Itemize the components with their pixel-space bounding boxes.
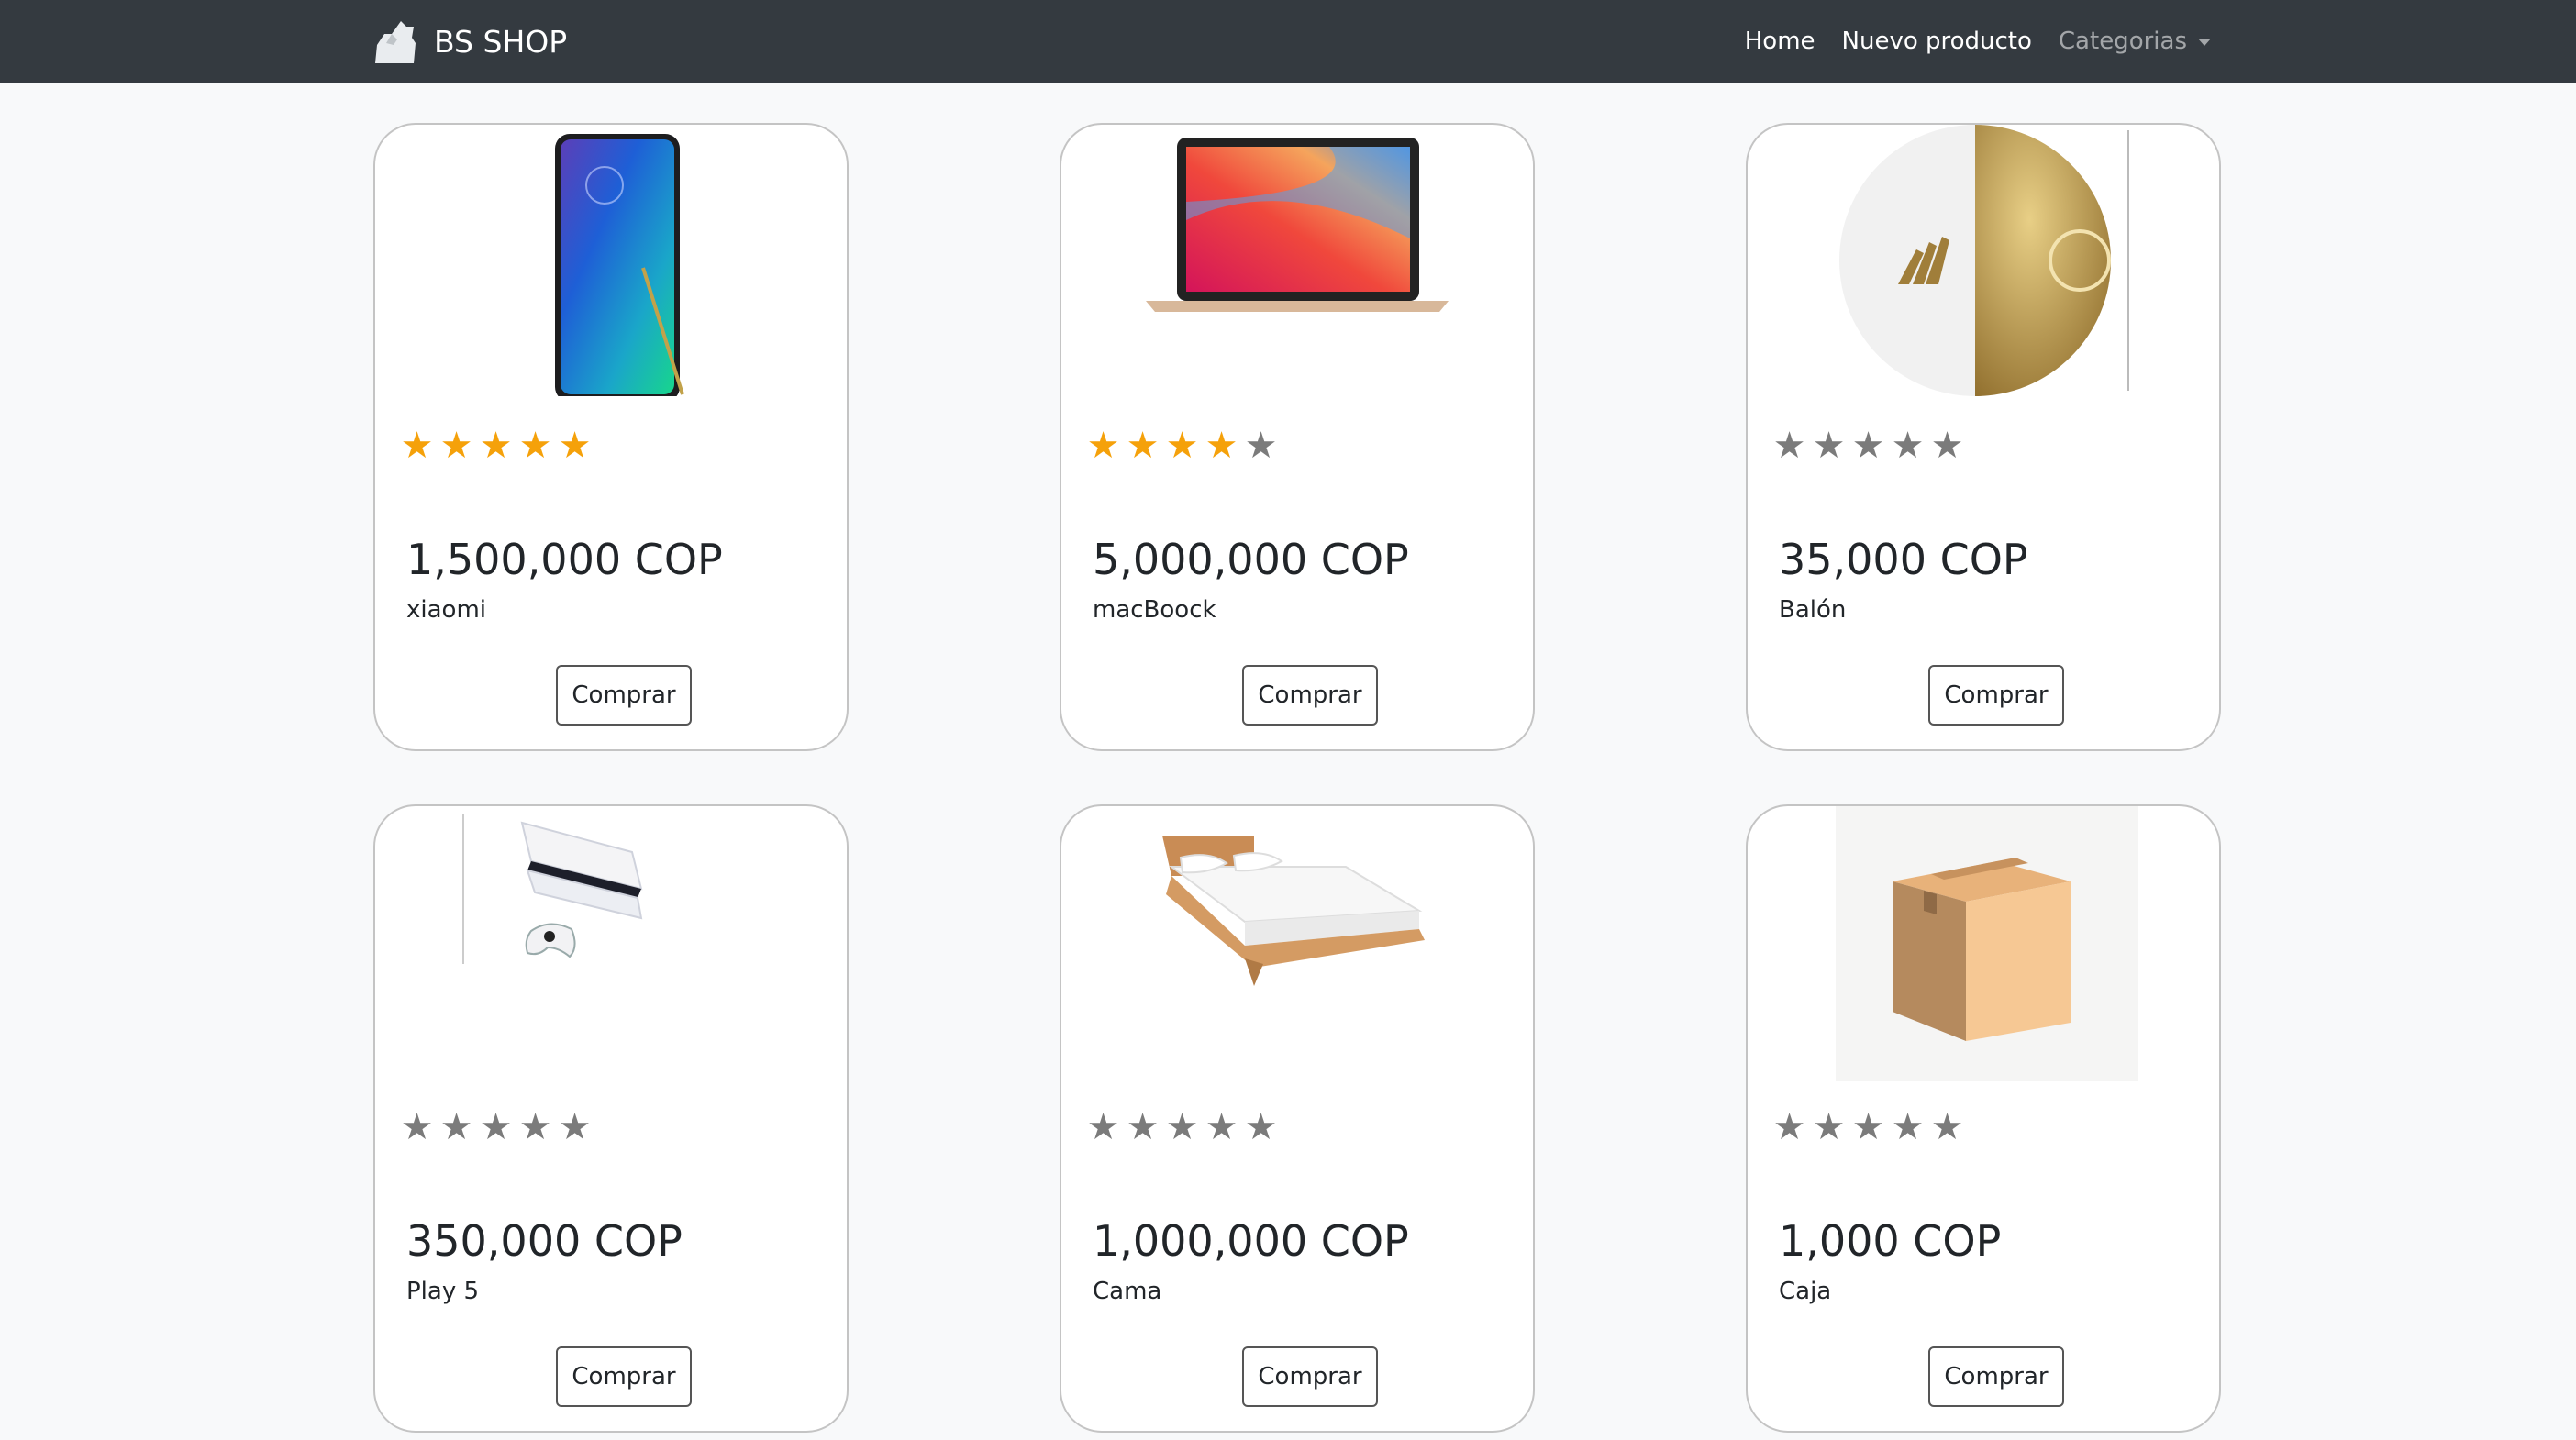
nav-categories-label: Categorias bbox=[2058, 28, 2187, 55]
rating-stars: ★ ★ ★ ★ ★ bbox=[400, 427, 592, 464]
cardboard-box-image bbox=[1836, 806, 2138, 1081]
star-empty-icon: ★ bbox=[1126, 1106, 1160, 1148]
star-empty-icon: ★ bbox=[1891, 1106, 1925, 1148]
product-image bbox=[1061, 806, 1533, 1081]
soccer-ball-image bbox=[1839, 125, 2129, 396]
star-empty-icon: ★ bbox=[1812, 425, 1846, 467]
star-filled-icon: ★ bbox=[1126, 425, 1160, 467]
product-image bbox=[375, 806, 847, 1081]
product-card: ★ ★ ★ ★ ★ 1,000,000 COP Cama Comprar bbox=[1060, 804, 1535, 1433]
buy-button[interactable]: Comprar bbox=[1928, 665, 2064, 726]
laptop-image bbox=[1146, 138, 1449, 312]
product-card: ★ ★ ★ ★ ★ 1,500,000 COP xiaomi Comprar bbox=[373, 123, 849, 751]
game-console-image bbox=[462, 814, 643, 964]
product-image bbox=[1748, 806, 2219, 1081]
buy-button[interactable]: Comprar bbox=[556, 1346, 692, 1407]
star-empty-icon: ★ bbox=[1165, 1106, 1199, 1148]
brand-name: BS SHOP bbox=[434, 23, 568, 60]
star-empty-icon: ★ bbox=[1930, 425, 1964, 467]
product-image bbox=[1748, 125, 2219, 400]
product-card: ★ ★ ★ ★ ★ 1,000 COP Caja Comprar bbox=[1746, 804, 2221, 1433]
shop-logo-icon bbox=[375, 21, 416, 63]
product-name: Caja bbox=[1779, 1278, 1832, 1305]
nav-links: Home Nuevo producto Categorias bbox=[1745, 0, 2211, 83]
star-empty-icon: ★ bbox=[1205, 1106, 1238, 1148]
buy-button[interactable]: Comprar bbox=[556, 665, 692, 726]
star-empty-icon: ★ bbox=[1812, 1106, 1846, 1148]
product-image bbox=[1061, 125, 1533, 400]
product-name: Cama bbox=[1093, 1278, 1162, 1305]
nav-home-link[interactable]: Home bbox=[1745, 28, 1815, 55]
product-name: macBoock bbox=[1093, 596, 1216, 624]
star-empty-icon: ★ bbox=[479, 1106, 513, 1148]
star-empty-icon: ★ bbox=[1851, 1106, 1885, 1148]
product-image bbox=[375, 125, 847, 400]
rating-stars: ★ ★ ★ ★ ★ bbox=[1086, 1109, 1278, 1146]
nav-new-product-link[interactable]: Nuevo producto bbox=[1842, 28, 2032, 55]
brand-link[interactable]: BS SHOP bbox=[372, 0, 567, 83]
product-price: 350,000 COP bbox=[406, 1216, 683, 1266]
star-empty-icon: ★ bbox=[1851, 425, 1885, 467]
top-navbar: BS SHOP Home Nuevo producto Categorias bbox=[0, 0, 2576, 83]
star-filled-icon: ★ bbox=[479, 425, 513, 467]
product-name: Balón bbox=[1779, 596, 1847, 624]
chevron-down-icon bbox=[2198, 39, 2211, 46]
buy-button[interactable]: Comprar bbox=[1242, 665, 1378, 726]
product-name: xiaomi bbox=[406, 596, 487, 624]
star-empty-icon: ★ bbox=[1891, 425, 1925, 467]
product-card: ★ ★ ★ ★ ★ 5,000,000 COP macBoock Comprar bbox=[1060, 123, 1535, 751]
rating-stars: ★ ★ ★ ★ ★ bbox=[1086, 427, 1278, 464]
smartphone-image bbox=[555, 134, 684, 396]
product-price: 5,000,000 COP bbox=[1093, 535, 1409, 584]
star-filled-icon: ★ bbox=[439, 425, 473, 467]
product-price: 1,500,000 COP bbox=[406, 535, 723, 584]
star-empty-icon: ★ bbox=[1930, 1106, 1964, 1148]
star-empty-icon: ★ bbox=[558, 1106, 592, 1148]
star-filled-icon: ★ bbox=[518, 425, 552, 467]
rating-stars: ★ ★ ★ ★ ★ bbox=[400, 1109, 592, 1146]
star-empty-icon: ★ bbox=[1772, 425, 1806, 467]
star-filled-icon: ★ bbox=[558, 425, 592, 467]
product-card: ★ ★ ★ ★ ★ 350,000 COP Play 5 Comprar bbox=[373, 804, 849, 1433]
product-price: 1,000,000 COP bbox=[1093, 1216, 1409, 1266]
star-empty-icon: ★ bbox=[1086, 1106, 1120, 1148]
star-empty-icon: ★ bbox=[1244, 1106, 1278, 1148]
product-price: 1,000 COP bbox=[1779, 1216, 2002, 1266]
star-filled-icon: ★ bbox=[1205, 425, 1238, 467]
product-price: 35,000 COP bbox=[1779, 535, 2028, 584]
rating-stars: ★ ★ ★ ★ ★ bbox=[1772, 427, 1964, 464]
product-name: Play 5 bbox=[406, 1278, 480, 1305]
star-filled-icon: ★ bbox=[400, 425, 434, 467]
nav-categories-dropdown[interactable]: Categorias bbox=[2059, 28, 2211, 55]
buy-button[interactable]: Comprar bbox=[1242, 1346, 1378, 1407]
star-filled-icon: ★ bbox=[1086, 425, 1120, 467]
bed-image bbox=[1162, 836, 1425, 986]
star-empty-icon: ★ bbox=[439, 1106, 473, 1148]
rating-stars: ★ ★ ★ ★ ★ bbox=[1772, 1109, 1964, 1146]
product-card: ★ ★ ★ ★ ★ 35,000 COP Balón Comprar bbox=[1746, 123, 2221, 751]
star-empty-icon: ★ bbox=[518, 1106, 552, 1148]
buy-button[interactable]: Comprar bbox=[1928, 1346, 2064, 1407]
star-empty-icon: ★ bbox=[1772, 1106, 1806, 1148]
star-empty-icon: ★ bbox=[1244, 425, 1278, 467]
star-filled-icon: ★ bbox=[1165, 425, 1199, 467]
star-empty-icon: ★ bbox=[400, 1106, 434, 1148]
